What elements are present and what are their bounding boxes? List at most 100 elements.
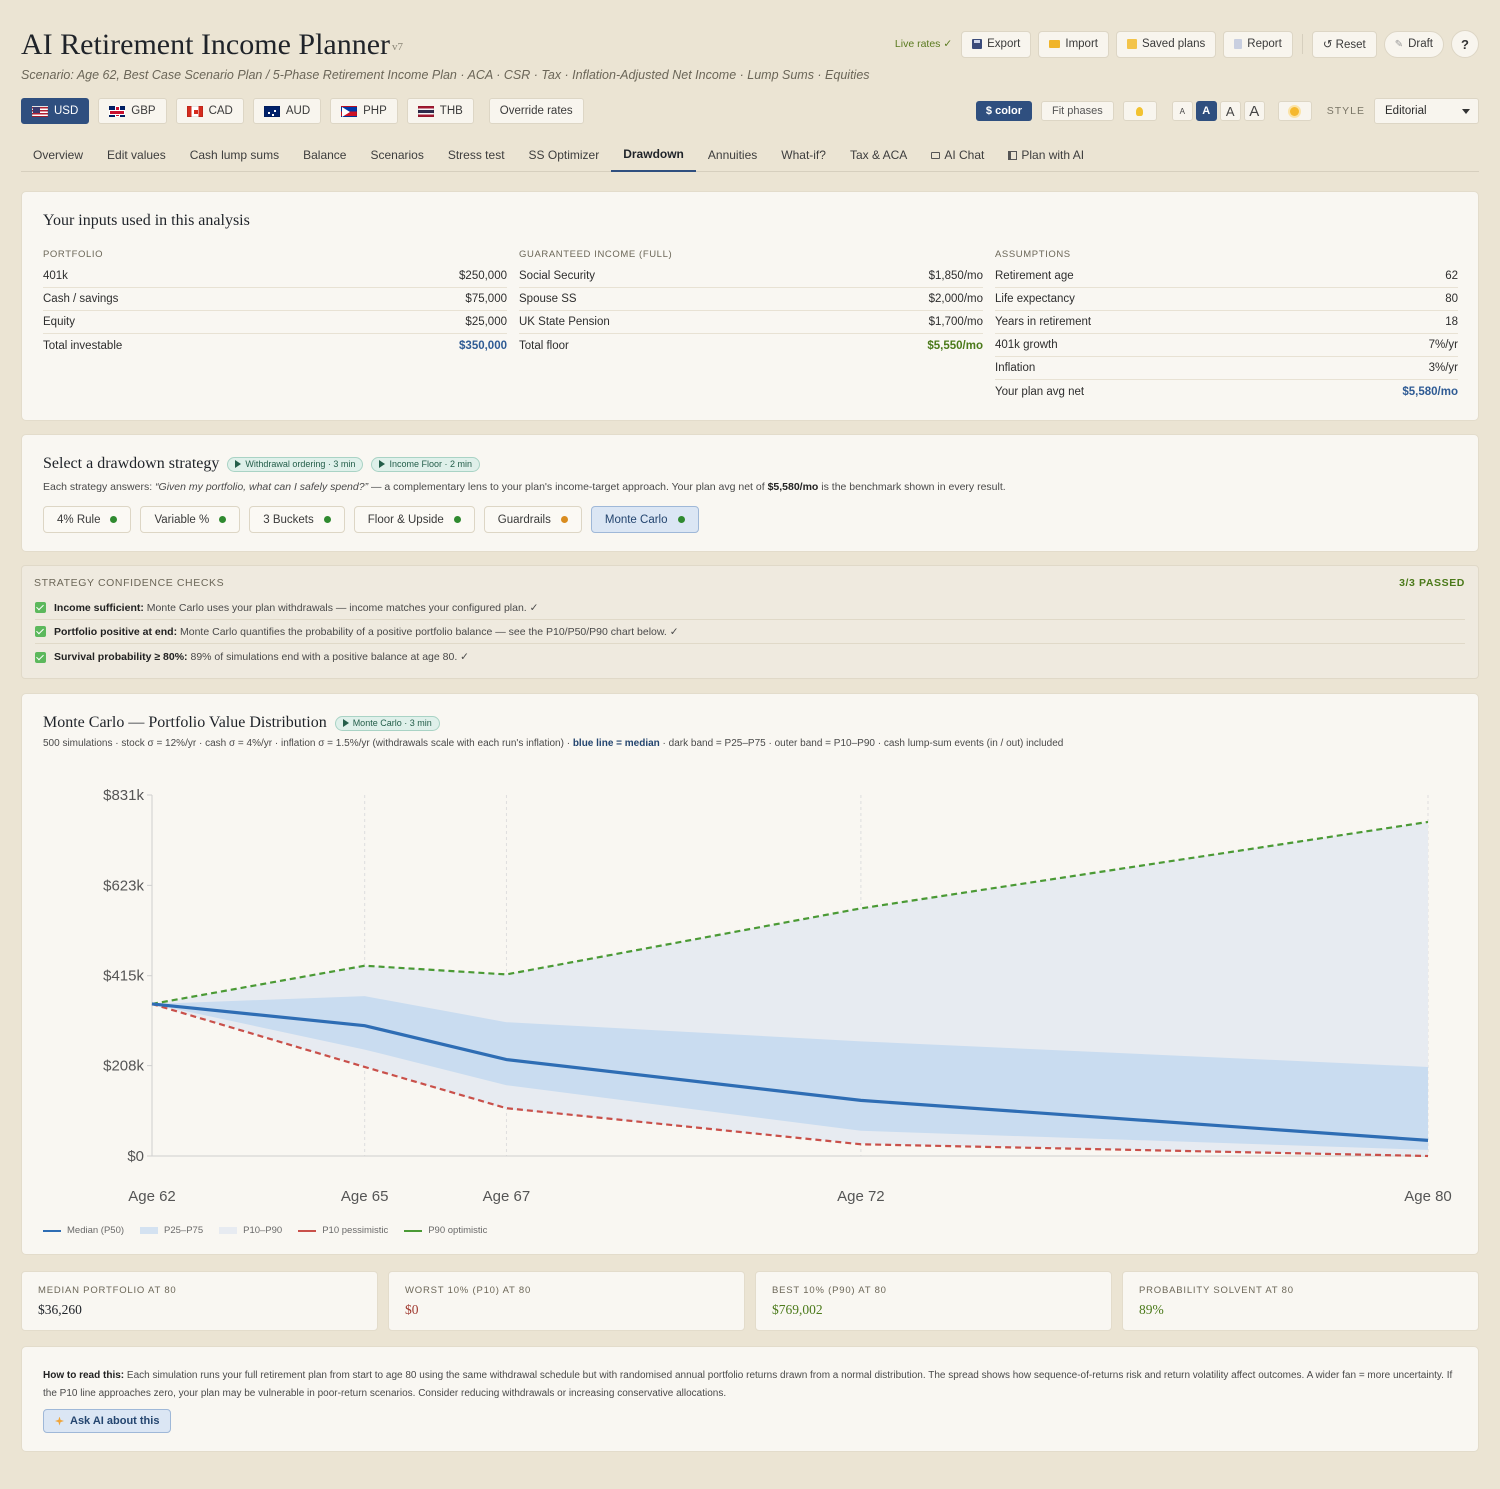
version-label: v7: [392, 41, 403, 53]
tab-stress-test[interactable]: Stress test: [436, 138, 517, 172]
lightbulb-icon: [1136, 106, 1144, 116]
scenario-subtitle: Scenario: Age 62, Best Case Scenario Pla…: [21, 68, 870, 82]
assumption-row-retirement-age: Retirement age 62: [995, 265, 1458, 288]
guaranteed-heading: GUARANTEED INCOME (FULL): [519, 249, 673, 260]
currency-cad-button[interactable]: CAD: [175, 98, 244, 124]
draft-button[interactable]: ✎ Draft: [1383, 30, 1444, 58]
dollar-color-toggle[interactable]: $ color: [975, 101, 1032, 121]
live-rates-status: Live rates ✓: [894, 38, 953, 50]
font-size-xlarge-button[interactable]: A: [1243, 101, 1265, 121]
toolbar-divider: [1301, 34, 1303, 54]
currency-aud-button[interactable]: AUD: [252, 98, 322, 124]
saved-plans-button[interactable]: Saved plans: [1115, 30, 1217, 58]
currency-selector: USD GBP CAD AUD PHP THB Override rates: [21, 98, 584, 124]
font-size-large-button[interactable]: A: [1219, 101, 1241, 121]
income-floor-video-tag[interactable]: Income Floor · 2 min: [371, 456, 480, 472]
portfolio-row-total: Total investable $350,000: [43, 339, 507, 352]
report-label: Report: [1247, 38, 1282, 50]
main-tabs: Overview Edit values Cash lump sums Bala…: [21, 138, 1479, 172]
play-icon: [379, 460, 386, 468]
font-size-small-button[interactable]: A: [1171, 101, 1193, 121]
strategy-3-buckets[interactable]: 3 Buckets: [249, 506, 345, 533]
currency-label: AUD: [285, 105, 311, 117]
confidence-checks: STRATEGY CONFIDENCE CHECKS 3/3 PASSED In…: [21, 565, 1479, 679]
status-dot: [453, 516, 461, 523]
stat-value: $0: [405, 1302, 419, 1317]
tab-ai-chat[interactable]: AI Chat: [919, 138, 996, 172]
portfolio-row-401k: 401k $250,000: [43, 265, 507, 288]
strategy-floor-upside[interactable]: Floor & Upside: [353, 506, 475, 533]
y-tick-label: $623k: [103, 877, 144, 894]
tab-plan-with-ai[interactable]: Plan with AI: [996, 138, 1096, 172]
currency-gbp-button[interactable]: GBP: [98, 98, 167, 124]
x-tick-label: Age 72: [837, 1188, 885, 1205]
status-dot: [110, 516, 118, 523]
tab-edit-values[interactable]: Edit values: [95, 138, 178, 172]
tab-tax-aca[interactable]: Tax & ACA: [838, 138, 919, 172]
app-header: AI Retirement Income Planner v7 Scenario…: [21, 24, 1479, 84]
strategy-description: Each strategy answers: “Given my portfol…: [43, 481, 1006, 493]
import-label: Import: [1065, 38, 1098, 50]
note-icon: [1126, 39, 1137, 49]
currency-usd-button[interactable]: USD: [21, 98, 90, 124]
export-button[interactable]: Export: [961, 30, 1032, 58]
tab-scenarios[interactable]: Scenarios: [358, 138, 435, 172]
caret-down-icon: [1462, 108, 1470, 114]
legend-median: Median (P50): [43, 1225, 124, 1236]
font-size-group: A A A A: [1171, 101, 1265, 121]
currency-label: CAD: [208, 105, 233, 117]
reset-button[interactable]: ↺ Reset: [1311, 30, 1377, 58]
tab-balance[interactable]: Balance: [291, 138, 358, 172]
tab-what-if[interactable]: What-if?: [769, 138, 838, 172]
inputs-card: Your inputs used in this analysis PORTFO…: [21, 191, 1479, 421]
monte-carlo-video-tag[interactable]: Monte Carlo · 3 min: [334, 715, 440, 731]
currency-label: USD: [54, 105, 79, 117]
report-button[interactable]: Report: [1223, 30, 1293, 58]
tab-label: Plan with AI: [1021, 147, 1085, 162]
strategy-monte-carlo[interactable]: Monte Carlo: [590, 506, 699, 533]
checkbox-checked-icon: [35, 651, 46, 663]
strategy-4-percent-rule[interactable]: 4% Rule: [43, 506, 132, 533]
withdrawal-ordering-video-tag[interactable]: Withdrawal ordering · 3 min: [227, 456, 364, 472]
monte-carlo-title: Monte Carlo — Portfolio Value Distributi…: [43, 714, 327, 731]
monte-carlo-header: Monte Carlo — Portfolio Value Distributi…: [43, 714, 440, 732]
ph-flag-icon: [341, 105, 358, 117]
currency-php-button[interactable]: PHP: [330, 98, 398, 124]
x-tick-label: Age 62: [128, 1188, 176, 1205]
help-button[interactable]: ?: [1451, 30, 1479, 58]
tab-annuities[interactable]: Annuities: [696, 138, 769, 172]
chat-icon: [931, 151, 941, 159]
strategy-variable-percent[interactable]: Variable %: [140, 506, 241, 533]
override-rates-button[interactable]: Override rates: [488, 98, 584, 124]
strategy-title: Select a drawdown strategy: [43, 455, 220, 472]
tab-ss-optimizer[interactable]: SS Optimizer: [517, 138, 612, 172]
tab-cash-lump-sums[interactable]: Cash lump sums: [178, 138, 291, 172]
currency-thb-button[interactable]: THB: [406, 98, 474, 124]
stat-worst-10-at-80: WORST 10% (P10) AT 80 $0: [388, 1271, 745, 1331]
tab-drawdown[interactable]: Drawdown: [611, 138, 696, 172]
tips-button[interactable]: [1122, 101, 1157, 121]
theme-toggle[interactable]: [1277, 101, 1312, 121]
ask-ai-button[interactable]: Ask AI about this: [43, 1409, 172, 1433]
stat-label: BEST 10% (P90) AT 80: [772, 1285, 887, 1296]
monte-carlo-description: 500 simulations · stock σ = 12%/yr · cas…: [43, 738, 1064, 749]
import-button[interactable]: Import: [1038, 30, 1109, 58]
legend-p90: P90 optimistic: [404, 1225, 487, 1236]
fit-phases-button[interactable]: Fit phases: [1040, 101, 1114, 121]
font-size-medium-button[interactable]: A: [1195, 101, 1217, 121]
book-icon: [1008, 150, 1018, 160]
toolbar: Live rates ✓ Export Import Saved plans R…: [895, 30, 1479, 58]
tab-overview[interactable]: Overview: [21, 138, 95, 172]
strategy-guardrails[interactable]: Guardrails: [483, 506, 582, 533]
guaranteed-row-uk-pension: UK State Pension $1,700/mo: [519, 311, 983, 334]
tag-label: Withdrawal ordering · 3 min: [245, 459, 356, 469]
style-select[interactable]: Editorial: [1374, 98, 1479, 124]
style-select-value: Editorial: [1385, 105, 1427, 117]
check-income-sufficient: Income sufficient: Monte Carlo uses your…: [35, 596, 1465, 620]
legend-p25-p75: P25–P75: [140, 1225, 203, 1236]
portfolio-row-cash: Cash / savings $75,000: [43, 288, 507, 311]
stat-probability-solvent: PROBABILITY SOLVENT AT 80 89%: [1122, 1271, 1479, 1331]
status-dot: [560, 516, 568, 523]
status-dot: [323, 516, 331, 523]
strategy-card: Select a drawdown strategy Withdrawal or…: [21, 434, 1479, 552]
